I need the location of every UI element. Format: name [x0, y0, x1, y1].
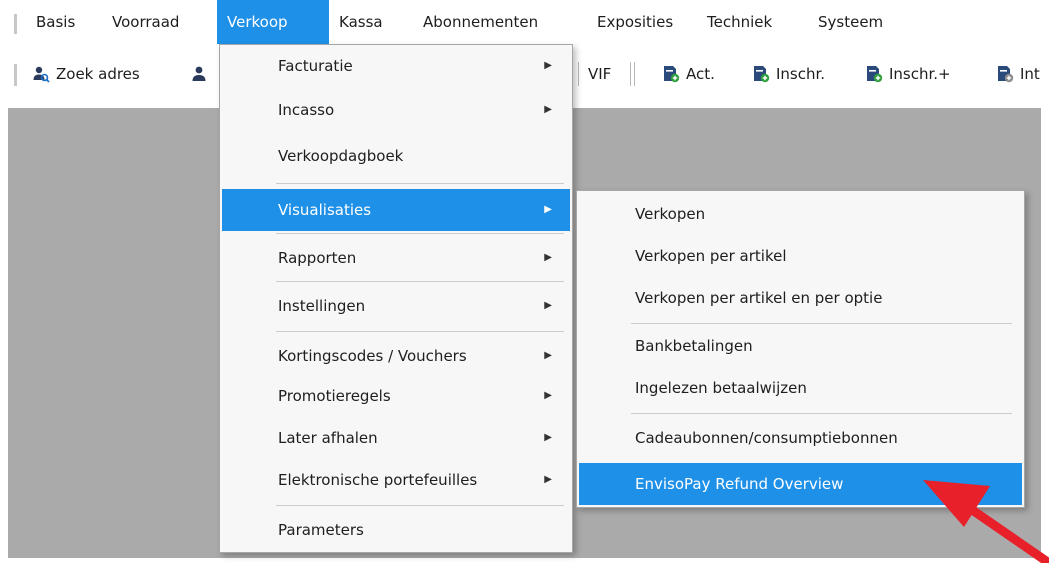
submenu-item-envisopay-refund-overview[interactable]: EnvisoPay Refund Overview — [579, 463, 1022, 505]
menu-item-kortingscodes[interactable]: Kortingscodes / Vouchers ▶ — [222, 335, 570, 377]
toolbar-separator — [578, 62, 579, 86]
zoek-adres-button[interactable]: Zoek adres — [32, 60, 140, 88]
menu-item-promotieregels[interactable]: Promotieregels ▶ — [222, 375, 570, 417]
submenu-arrow-icon: ▶ — [544, 432, 552, 443]
submenu-item-verkopen[interactable]: Verkopen — [579, 193, 1022, 235]
menu-techniek[interactable]: Techniek — [697, 0, 782, 44]
toolbar-grip[interactable] — [14, 64, 17, 86]
menu-item-rapporten[interactable]: Rapporten ▶ — [222, 237, 570, 279]
menubar-grip[interactable] — [14, 14, 17, 34]
incasso-label: Incasso — [278, 101, 335, 119]
envisopay-refund-overview-label: EnvisoPay Refund Overview — [635, 475, 844, 493]
submenu-item-verkopen-per-artikel-en-optie[interactable]: Verkopen per artikel en per optie — [579, 277, 1022, 319]
menu-separator — [276, 505, 564, 506]
menu-voorraad[interactable]: Voorraad — [102, 0, 189, 44]
inschr-plus-label: Inschr.+ — [889, 65, 951, 83]
menu-exposities[interactable]: Exposities — [587, 0, 683, 44]
person-icon — [192, 66, 206, 81]
document-add-icon — [867, 66, 883, 83]
promotieregels-label: Promotieregels — [278, 387, 391, 405]
inschr-button[interactable]: Inschr. — [752, 60, 825, 88]
later-afhalen-label: Later afhalen — [278, 429, 378, 447]
document-add-icon — [998, 66, 1014, 83]
submenu-arrow-icon: ▶ — [544, 60, 552, 71]
menu-separator — [276, 281, 564, 282]
menu-item-later-afhalen[interactable]: Later afhalen ▶ — [222, 417, 570, 459]
submenu-arrow-icon: ▶ — [544, 300, 552, 311]
int-button[interactable]: Int — [996, 60, 1040, 88]
verkoopdagboek-label: Verkoopdagboek — [278, 147, 404, 165]
rapporten-label: Rapporten — [278, 249, 357, 267]
person-button[interactable] — [190, 60, 208, 88]
toolbar-separator — [634, 62, 635, 86]
menu-kassa[interactable]: Kassa — [329, 0, 393, 44]
submenu-item-bankbetalingen[interactable]: Bankbetalingen — [579, 325, 1022, 367]
menu-verkoop[interactable]: Verkoop — [217, 0, 329, 44]
parameters-label: Parameters — [278, 521, 364, 539]
int-label: Int — [1020, 65, 1040, 83]
verkopen-per-artikel-label: Verkopen per artikel — [635, 247, 787, 265]
menu-item-incasso[interactable]: Incasso ▶ — [222, 89, 570, 131]
inschr-label: Inschr. — [776, 65, 826, 83]
act-label: Act. — [686, 65, 715, 83]
vif-button[interactable]: VIF — [588, 60, 611, 88]
verkopen-per-artikel-en-optie-label: Verkopen per artikel en per optie — [635, 289, 883, 307]
submenu-arrow-icon: ▶ — [544, 390, 552, 401]
menu-item-visualisaties[interactable]: Visualisaties ▶ — [222, 189, 570, 231]
cadeaubonnen-label: Cadeaubonnen/consumptiebonnen — [635, 429, 898, 447]
submenu-item-verkopen-per-artikel[interactable]: Verkopen per artikel — [579, 235, 1022, 277]
document-add-icon — [754, 66, 770, 83]
instellingen-label: Instellingen — [278, 297, 366, 315]
menu-separator — [276, 183, 564, 184]
inschr-plus-button[interactable]: Inschr.+ — [865, 60, 951, 88]
menu-item-facturatie[interactable]: Facturatie ▶ — [222, 45, 570, 87]
facturatie-label: Facturatie — [278, 57, 353, 75]
person-search-icon — [33, 66, 50, 83]
kortingscodes-label: Kortingscodes / Vouchers — [278, 347, 467, 365]
menu-item-elektronische-portefeuilles[interactable]: Elektronische portefeuilles ▶ — [222, 459, 570, 501]
bankbetalingen-label: Bankbetalingen — [635, 337, 753, 355]
verkoop-dropdown: Facturatie ▶ Incasso ▶ Verkoopdagboek Vi… — [219, 44, 573, 553]
zoek-adres-label: Zoek adres — [56, 65, 140, 83]
menu-item-parameters[interactable]: Parameters — [222, 509, 570, 551]
act-button[interactable]: Act. — [662, 60, 715, 88]
ingelezen-betaalwijzen-label: Ingelezen betaalwijzen — [635, 379, 807, 397]
submenu-item-cadeaubonnen[interactable]: Cadeaubonnen/consumptiebonnen — [579, 417, 1022, 459]
submenu-arrow-icon: ▶ — [544, 204, 552, 215]
elektronische-portefeuilles-label: Elektronische portefeuilles — [278, 471, 478, 489]
vif-label: VIF — [588, 65, 612, 83]
menu-basis[interactable]: Basis — [26, 0, 85, 44]
menu-item-verkoopdagboek[interactable]: Verkoopdagboek — [222, 135, 570, 177]
visualisaties-submenu: Verkopen Verkopen per artikel Verkopen p… — [576, 190, 1025, 508]
menu-bar: Basis Voorraad Verkoop Kassa Abonnemente… — [0, 0, 1049, 44]
verkopen-label: Verkopen — [635, 205, 706, 223]
menu-item-instellingen[interactable]: Instellingen ▶ — [222, 285, 570, 327]
menu-separator — [631, 413, 1012, 414]
menu-systeem[interactable]: Systeem — [808, 0, 893, 44]
submenu-arrow-icon: ▶ — [544, 104, 552, 115]
submenu-arrow-icon: ▶ — [544, 252, 552, 263]
menu-abonnementen[interactable]: Abonnementen — [413, 0, 548, 44]
document-add-icon — [664, 66, 680, 83]
submenu-arrow-icon: ▶ — [544, 350, 552, 361]
submenu-item-ingelezen-betaalwijzen[interactable]: Ingelezen betaalwijzen — [579, 367, 1022, 409]
menu-separator — [276, 331, 564, 332]
submenu-arrow-icon: ▶ — [544, 474, 552, 485]
visualisaties-label: Visualisaties — [278, 201, 372, 219]
menu-separator — [276, 233, 564, 234]
toolbar-separator — [630, 62, 631, 86]
menu-separator — [631, 323, 1012, 324]
